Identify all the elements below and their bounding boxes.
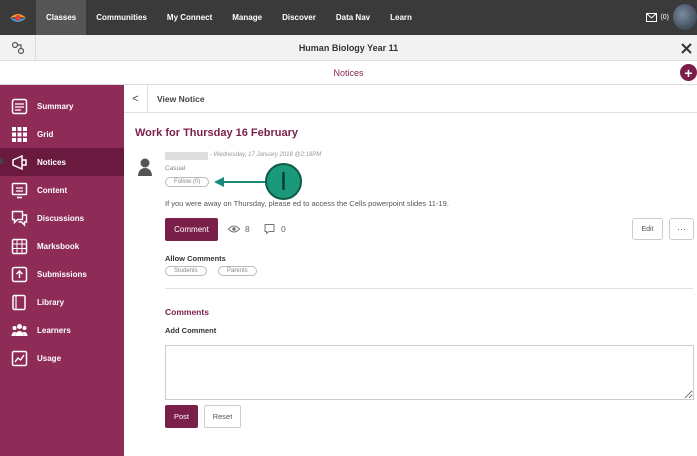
comment-bubble-icon <box>264 224 275 234</box>
annotation-arrow-line <box>222 181 266 183</box>
sidebar-item-label: Library <box>37 297 65 307</box>
sidebar-item-content[interactable]: Content <box>0 176 124 204</box>
notices-icon <box>10 153 28 171</box>
nav-learn[interactable]: Learn <box>380 0 422 35</box>
sidebar-item-grid[interactable]: Grid <box>0 120 124 148</box>
comment-button[interactable]: Comment <box>165 218 218 241</box>
post-button[interactable]: Post <box>165 405 198 428</box>
top-nav: Classes Communities My Connect Manage Di… <box>0 0 697 35</box>
sidebar-item-learners[interactable]: Learners <box>0 316 124 344</box>
mail-icon <box>646 13 658 22</box>
allow-parents-pill[interactable]: Parents <box>218 266 257 276</box>
notice-date: - Wednesday, 17 January 2018 @2:18PM <box>210 152 322 158</box>
reset-button[interactable]: Reset <box>204 405 241 428</box>
sidebar-item-label: Marksbook <box>37 241 80 251</box>
comments-count: 0 <box>281 224 286 234</box>
sidebar-item-label: Learners <box>37 325 71 335</box>
chevron-left-icon: < <box>132 92 139 105</box>
more-options-button[interactable]: ··· <box>669 218 694 240</box>
sidebar-item-label: Content <box>37 185 68 195</box>
page-header: View Notice <box>157 93 205 104</box>
author-name-redacted <box>165 152 208 160</box>
nav-classes[interactable]: Classes <box>36 0 87 35</box>
main-content: < View Notice Work for Thursday 16 Febru… <box>124 84 697 456</box>
add-notice-button[interactable]: + <box>680 64 697 81</box>
allow-students-pill[interactable]: Students <box>165 266 207 276</box>
add-comment-label: Add Comment <box>165 326 217 335</box>
section-title: Notices <box>333 67 364 78</box>
divider <box>165 288 693 289</box>
sidebar-item-label: Grid <box>37 129 54 139</box>
view-notice-bar: < View Notice <box>124 84 697 113</box>
views-count: 8 <box>245 224 250 234</box>
notice-type: Casual <box>165 165 186 172</box>
comment-textarea[interactable] <box>165 345 694 400</box>
comments-stat: 0 <box>264 224 286 234</box>
sidebar-item-summary[interactable]: Summary <box>0 92 124 120</box>
sidebar-item-library[interactable]: Library <box>0 288 124 316</box>
sidebar-active-pointer <box>0 158 3 164</box>
views-stat: 8 <box>228 224 250 234</box>
nav-my-connect[interactable]: My Connect <box>157 0 222 35</box>
library-icon <box>10 293 28 311</box>
back-button[interactable]: < <box>124 84 148 113</box>
edit-button[interactable]: Edit <box>632 218 663 240</box>
class-switch-icon[interactable] <box>0 35 36 61</box>
sidebar-item-usage[interactable]: Usage <box>0 344 124 372</box>
notice-body: If you were away on Thursday, please ed … <box>165 199 449 208</box>
summary-icon <box>10 97 28 115</box>
logo-icon <box>10 13 26 22</box>
sidebar-item-notices[interactable]: Notices <box>0 148 124 176</box>
sidebar-item-label: Summary <box>37 101 74 111</box>
comments-title: Comments <box>165 307 209 317</box>
follow-button[interactable]: Follow (0) <box>165 177 210 187</box>
allow-comments-label: Allow Comments <box>165 254 226 263</box>
nav-data-nav[interactable]: Data Nav <box>326 0 380 35</box>
sidebar-item-marksbook[interactable]: Marksbook <box>0 232 124 260</box>
sidebar-item-label: Submissions <box>37 269 87 279</box>
submissions-icon <box>10 265 28 283</box>
sidebar: Summary Grid Notices Content Discussions… <box>0 85 124 456</box>
usage-icon <box>10 349 28 367</box>
class-title-bar: Human Biology Year 11 <box>0 35 697 61</box>
sidebar-item-submissions[interactable]: Submissions <box>0 260 124 288</box>
notice-title: Work for Thursday 16 February <box>135 127 299 139</box>
marksbook-icon <box>10 237 28 255</box>
mail-count: (0) <box>660 14 669 21</box>
learners-icon <box>10 321 28 339</box>
mail-button[interactable]: (0) <box>646 0 669 35</box>
plus-icon: + <box>684 64 693 81</box>
sidebar-item-discussions[interactable]: Discussions <box>0 204 124 232</box>
eye-icon <box>228 225 240 233</box>
section-bar: Notices + <box>0 61 697 85</box>
sidebar-item-label: Usage <box>37 353 62 363</box>
tools-icon[interactable] <box>675 35 697 61</box>
class-title: Human Biology Year 11 <box>298 42 399 53</box>
nav-manage[interactable]: Manage <box>222 0 272 35</box>
discussions-icon <box>10 209 28 227</box>
content-icon <box>10 181 28 199</box>
sidebar-item-label: Notices <box>37 157 66 167</box>
grid-icon <box>10 125 28 143</box>
sidebar-item-label: Discussions <box>37 213 85 223</box>
nav-communities[interactable]: Communities <box>86 0 157 35</box>
annotation-marker: I <box>265 163 302 200</box>
nav-discover[interactable]: Discover <box>272 0 326 35</box>
app-logo[interactable] <box>0 0 36 35</box>
author-avatar-icon <box>138 158 152 176</box>
user-avatar[interactable] <box>673 4 697 30</box>
